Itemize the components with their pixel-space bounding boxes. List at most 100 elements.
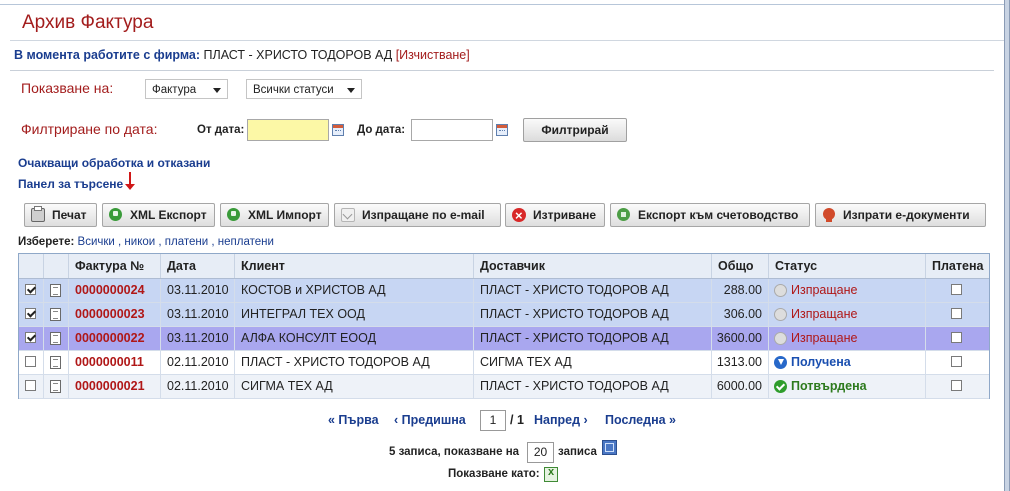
header-client[interactable]: Клиент [234, 254, 473, 278]
to-date-input[interactable] [411, 119, 493, 141]
send-email-button[interactable]: Изпращане по e-mail [334, 203, 501, 227]
current-firm-line: В момента работите с фирма: ПЛАСТ - ХРИС… [14, 48, 470, 62]
records-suffix: записа [558, 446, 597, 458]
table-header: Фактура № Дата Клиент Доставчик Общо Ста… [19, 254, 989, 279]
select-unpaid-link[interactable]: неплатени [218, 236, 274, 248]
excel-icon[interactable] [544, 466, 558, 482]
pager-first[interactable]: « Първа [328, 413, 379, 427]
paid-checkbox[interactable] [951, 308, 962, 319]
from-date-input[interactable] [247, 119, 329, 141]
header-status[interactable]: Статус [768, 254, 925, 278]
header-paid[interactable]: Платена [925, 254, 989, 278]
calendar-icon[interactable] [496, 124, 508, 136]
per-page-input[interactable]: 20 [527, 442, 554, 463]
delete-label: Изтриване [533, 208, 596, 222]
invoice-status: Изпращане [768, 279, 925, 302]
document-icon[interactable] [50, 308, 61, 321]
clear-firm-link[interactable]: [Изчистване] [396, 48, 470, 62]
export-accounting-label: Експорт към счетоводство [638, 208, 799, 222]
row-doc-cell [43, 303, 68, 326]
invoice-number-link[interactable]: 0000000024 [68, 279, 160, 302]
invoice-total: 306.00 [711, 303, 768, 326]
status-text: Получена [791, 355, 851, 369]
status-text: Изпращане [791, 283, 858, 297]
doc-type-select[interactable]: Фактура [145, 79, 228, 99]
invoice-number-link[interactable]: 0000000011 [68, 351, 160, 374]
header-total[interactable]: Общо [711, 254, 768, 278]
calendar-icon[interactable] [332, 124, 344, 136]
invoice-status: Изпращане [768, 327, 925, 350]
row-paid-cell [925, 303, 989, 326]
invoice-supplier: ПЛАСТ - ХРИСТО ТОДОРОВ АД [473, 303, 711, 326]
invoice-client: КОСТОВ и ХРИСТОВ АД [234, 279, 473, 302]
document-icon[interactable] [50, 332, 61, 345]
invoice-table: Фактура № Дата Клиент Доставчик Общо Ста… [18, 253, 990, 399]
xml-import-icon [227, 208, 241, 222]
row-check-cell [19, 351, 43, 374]
header-date[interactable]: Дата [160, 254, 234, 278]
invoice-date: 03.11.2010 [160, 303, 234, 326]
filter-button[interactable]: Филтрирай [523, 118, 627, 142]
invoice-date: 03.11.2010 [160, 279, 234, 302]
paid-checkbox[interactable] [951, 284, 962, 295]
status-value: Всички статуси [253, 84, 334, 96]
row-checkbox[interactable] [25, 356, 36, 367]
from-date-label: От дата: [197, 124, 245, 136]
send-email-label: Изпращане по e-mail [362, 208, 485, 222]
row-check-cell [19, 327, 43, 350]
document-icon[interactable] [50, 380, 61, 393]
delete-button[interactable]: Изтриване [505, 203, 605, 227]
export-accounting-button[interactable]: Експорт към счетоводство [610, 203, 810, 227]
pending-link[interactable]: Очакващи обработка и отказани [18, 156, 210, 170]
document-icon[interactable] [50, 356, 61, 369]
paid-checkbox[interactable] [951, 380, 962, 391]
export-icon [617, 208, 631, 222]
row-doc-cell [43, 327, 68, 350]
table-row[interactable]: 0000000021 02.11.2010 СИГМА ТЕХ АД ПЛАСТ - … [19, 375, 989, 399]
invoice-number-link[interactable]: 0000000022 [68, 327, 160, 350]
invoice-client: ИНТЕГРАЛ ТЕХ ООД [234, 303, 473, 326]
row-paid-cell [925, 327, 989, 350]
pager-next[interactable]: Напред › [534, 413, 588, 427]
table-row[interactable]: 0000000023 03.11.2010 ИНТЕГРАЛ ТЕХ ООД ПЛАС… [19, 303, 989, 327]
invoice-status: Потвърдена [768, 375, 925, 398]
header-check-col [19, 254, 43, 278]
document-icon[interactable] [50, 284, 61, 297]
chevron-down-icon [347, 88, 355, 93]
table-row[interactable]: 0000000022 03.11.2010 АЛФА КОНСУЛТ ЕООД ПЛА… [19, 327, 989, 351]
page-number-input[interactable]: 1 [480, 410, 506, 431]
invoice-number-link[interactable]: 0000000023 [68, 303, 160, 326]
header-invoice-no[interactable]: Фактура № [68, 254, 160, 278]
select-paid-link[interactable]: платени [165, 236, 208, 248]
invoice-total: 1313.00 [711, 351, 768, 374]
doc-type-value: Фактура [152, 84, 197, 96]
xml-export-button[interactable]: XML Експорт [102, 203, 215, 227]
window-scrollbar-edge[interactable] [1004, 0, 1010, 491]
invoice-supplier: ПЛАСТ - ХРИСТО ТОДОРОВ АД [473, 327, 711, 350]
table-row[interactable]: 0000000011 02.11.2010 ПЛАСТ - ХРИСТО ТОДОР… [19, 351, 989, 375]
search-panel-link[interactable]: Панел за търсене [18, 177, 123, 191]
xml-import-button[interactable]: XML Импорт [220, 203, 329, 227]
invoice-total: 6000.00 [711, 375, 768, 398]
row-checkbox[interactable] [25, 380, 36, 391]
row-checkbox[interactable] [25, 308, 36, 319]
select-all-link[interactable]: Всички [78, 236, 115, 248]
paid-checkbox[interactable] [951, 332, 962, 343]
pager-prev[interactable]: ‹ Предишна [394, 413, 466, 427]
paid-checkbox[interactable] [951, 356, 962, 367]
grid-view-icon[interactable] [602, 440, 617, 455]
pager-last[interactable]: Последна » [605, 413, 676, 427]
send-edocs-button[interactable]: Изпрати е-документи [815, 203, 986, 227]
table-row[interactable]: 0000000024 03.11.2010 КОСТОВ и ХРИСТОВ АД П… [19, 279, 989, 303]
title-divider [10, 40, 1004, 41]
sending-icon [774, 284, 787, 297]
header-supplier[interactable]: Доставчик [473, 254, 711, 278]
status-select[interactable]: Всички статуси [246, 79, 362, 99]
select-none-link[interactable]: никои [124, 236, 155, 248]
invoice-number-link[interactable]: 0000000021 [68, 375, 160, 398]
invoice-supplier: ПЛАСТ - ХРИСТО ТОДОРОВ АД [473, 375, 711, 398]
row-checkbox[interactable] [25, 284, 36, 295]
send-edocs-label: Изпрати е-документи [843, 208, 970, 222]
row-checkbox[interactable] [25, 332, 36, 343]
print-button[interactable]: Печат [24, 203, 97, 227]
